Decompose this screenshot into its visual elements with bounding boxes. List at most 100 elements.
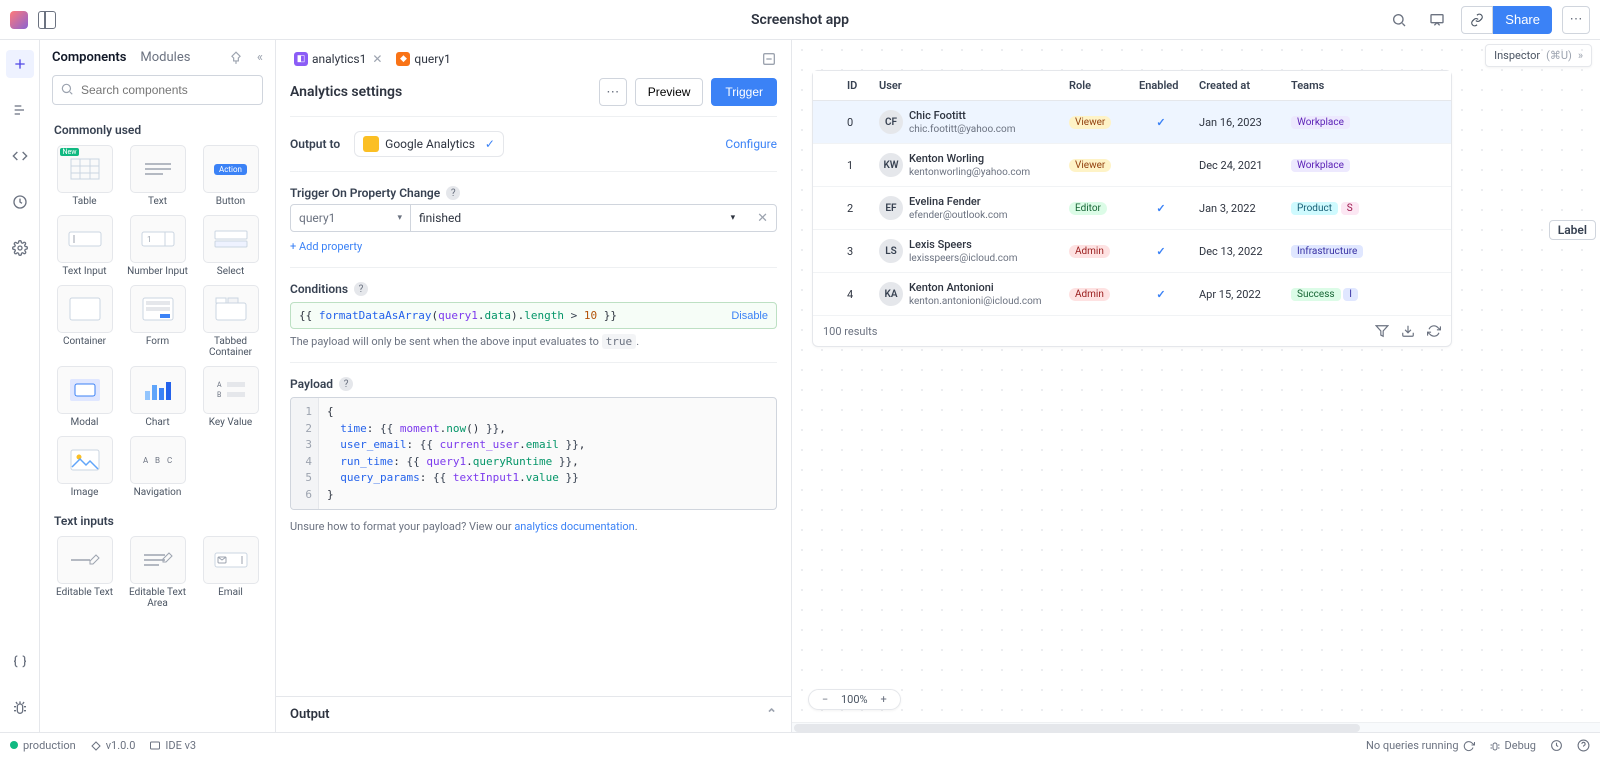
footer-help-icon[interactable] (1577, 739, 1590, 752)
footer-history-icon[interactable] (1550, 739, 1563, 752)
svg-text:B: B (155, 456, 160, 465)
tile-text[interactable]: Text (125, 145, 190, 207)
help-icon[interactable]: ? (354, 282, 368, 296)
pin-icon[interactable] (229, 51, 243, 65)
rail-add-icon[interactable] (6, 50, 34, 78)
column-header[interactable]: ID (839, 71, 871, 101)
tile-key-value[interactable]: ABKey Value (198, 366, 263, 428)
preview-button[interactable]: Preview (635, 78, 704, 106)
data-table[interactable]: IDUserRoleEnabledCreated atTeams 0CFChic… (812, 70, 1452, 347)
help-icon[interactable]: ? (446, 186, 460, 200)
rail-history-icon[interactable] (6, 188, 34, 216)
add-property-link[interactable]: + Add property (290, 240, 777, 253)
label-widget[interactable]: Label (1549, 220, 1596, 240)
table-row[interactable]: 3LSLexis Speerslexisspeers@icloud.comAdm… (813, 230, 1451, 273)
version-label[interactable]: v1.0.0 (90, 739, 136, 752)
rail-tree-icon[interactable] (6, 96, 34, 124)
zoom-in-icon[interactable]: + (876, 693, 892, 706)
download-icon[interactable] (1401, 324, 1415, 338)
column-header[interactable]: Role (1061, 71, 1131, 101)
crumb-analytics[interactable]: ◧analytics1✕ (290, 50, 386, 68)
role-badge: Admin (1069, 288, 1110, 301)
environment-badge[interactable]: production (10, 739, 76, 752)
tab-modules[interactable]: Modules (140, 50, 190, 65)
app-logo[interactable] (10, 11, 28, 29)
svg-text:A: A (217, 381, 222, 389)
rail-debug-icon[interactable] (6, 694, 34, 722)
status-bar: production v1.0.0 IDE v3 No queries runn… (0, 732, 1600, 758)
search-icon[interactable] (1385, 6, 1413, 34)
tile-table[interactable]: Table (52, 145, 117, 207)
table-row[interactable]: 4KAKenton Antonionikenton.antonioni@iclo… (813, 273, 1451, 316)
minimize-icon[interactable] (761, 51, 777, 67)
tile-text-input[interactable]: Text Input (52, 215, 117, 277)
rail-settings-icon[interactable] (6, 234, 34, 262)
configure-link[interactable]: Configure (725, 137, 777, 151)
svg-text:1: 1 (147, 235, 152, 244)
tile-button[interactable]: ActionButton (198, 145, 263, 207)
column-header[interactable] (813, 71, 839, 101)
zoom-out-icon[interactable]: − (817, 693, 833, 706)
tile-select[interactable]: Select (198, 215, 263, 277)
refresh-icon[interactable] (1427, 324, 1441, 338)
team-badge: I (1343, 288, 1358, 301)
svg-text:A: A (143, 456, 149, 465)
results-count: 100 results (823, 325, 877, 338)
rail-braces-icon[interactable] (6, 648, 34, 676)
remove-trigger-icon[interactable]: ✕ (749, 211, 776, 226)
filter-icon[interactable] (1375, 324, 1389, 338)
tile-chart[interactable]: Chart (125, 366, 190, 428)
output-to-label: Output to (290, 137, 340, 151)
payload-editor[interactable]: 1 2 3 4 5 6 { time: {{ moment.now() }}, … (290, 397, 777, 510)
svg-text:C: C (167, 456, 172, 465)
horizontal-scrollbar[interactable] (792, 722, 1600, 732)
presentation-icon[interactable] (1423, 6, 1451, 34)
disable-condition-link[interactable]: Disable (731, 310, 768, 322)
tile-navigation[interactable]: ABCNavigation (125, 436, 190, 498)
tile-email[interactable]: Email (198, 536, 263, 609)
svg-text:B: B (217, 391, 221, 399)
component-search-input[interactable] (52, 75, 263, 105)
tab-components[interactable]: Components (52, 50, 126, 65)
trigger-button[interactable]: Trigger (711, 78, 777, 106)
collapse-sidebar-icon[interactable]: « (257, 50, 263, 65)
role-badge: Viewer (1069, 159, 1111, 172)
more-icon[interactable]: ⋯ (1562, 6, 1590, 34)
editor-more-icon[interactable]: ⋯ (599, 78, 627, 106)
table-row[interactable]: 2EFEvelina Fenderefender@outlook.comEdit… (813, 187, 1451, 230)
copy-link-icon[interactable] (1461, 6, 1493, 34)
debug-button[interactable]: Debug (1489, 739, 1536, 752)
zoom-control[interactable]: − 100% + (808, 689, 901, 710)
tile-tabbed[interactable]: Tabbed Container (198, 285, 263, 358)
rail-code-icon[interactable] (6, 142, 34, 170)
app-title: Screenshot app (751, 12, 849, 28)
panel-toggle-icon[interactable] (38, 11, 56, 29)
share-button[interactable]: Share (1493, 6, 1552, 34)
tile-editable-area[interactable]: Editable Text Area (125, 536, 190, 609)
close-icon[interactable]: ✕ (372, 52, 382, 66)
output-destination-chip[interactable]: Google Analytics ✓ (354, 131, 504, 157)
condition-input[interactable]: {{ formatDataAsArray(query1.data).length… (290, 302, 777, 329)
table-row[interactable]: 1KWKenton Worlingkentonworling@yahoo.com… (813, 144, 1451, 187)
team-badge: Infrastructure (1291, 245, 1363, 258)
tile-container[interactable]: Container (52, 285, 117, 358)
column-header[interactable]: Teams (1283, 71, 1451, 101)
crumb-query[interactable]: ◆query1 (392, 50, 454, 68)
column-header[interactable]: Enabled (1131, 71, 1191, 101)
trigger-target-select[interactable]: query1▾ (291, 205, 411, 231)
tile-editable-text[interactable]: Editable Text (52, 536, 117, 609)
tile-image[interactable]: Image (52, 436, 117, 498)
tile-modal[interactable]: Modal (52, 366, 117, 428)
output-panel-header[interactable]: Output ⌃ (276, 696, 791, 732)
trigger-property-select[interactable]: finished▾ (411, 205, 743, 231)
analytics-docs-link[interactable]: analytics documentation (514, 520, 634, 533)
tile-number-input[interactable]: 1Number Input (125, 215, 190, 277)
queries-status[interactable]: No queries running (1366, 739, 1475, 752)
column-header[interactable]: Created at (1191, 71, 1283, 101)
help-icon[interactable]: ? (339, 377, 353, 391)
column-header[interactable]: User (871, 71, 1061, 101)
tile-form[interactable]: Form (125, 285, 190, 358)
payload-code[interactable]: { time: {{ moment.now() }}, user_email: … (319, 398, 593, 509)
table-row[interactable]: 0CFChic Footittchic.footitt@yahoo.comVie… (813, 101, 1451, 144)
ide-version-label[interactable]: IDE v3 (149, 739, 196, 752)
